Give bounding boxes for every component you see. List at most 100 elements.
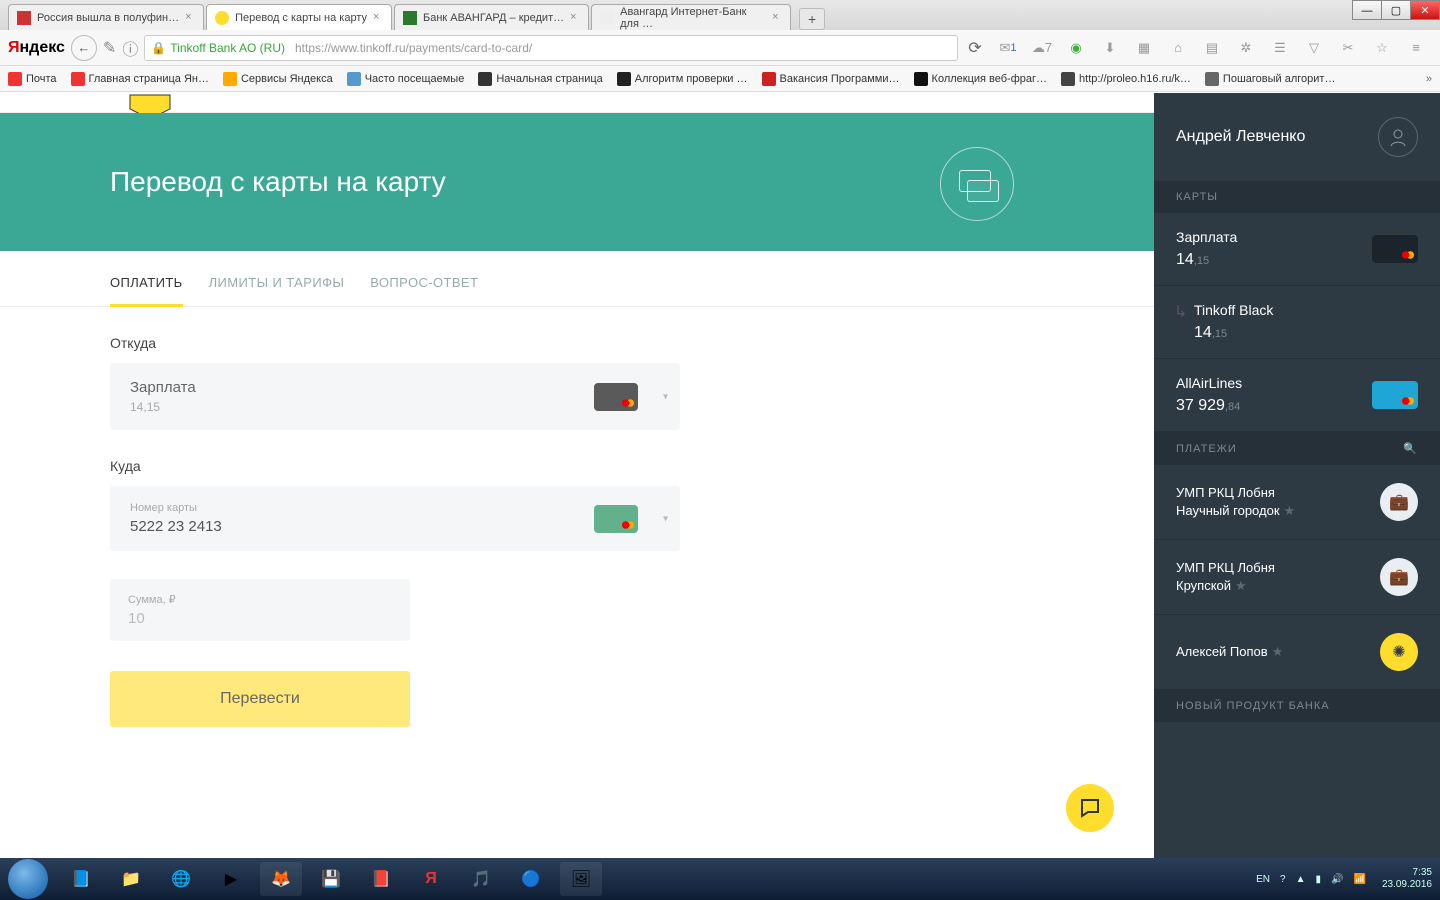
mail-icon[interactable]: ✉1: [998, 38, 1018, 58]
taskbar-chrome[interactable]: 🔵: [510, 862, 552, 896]
back-button[interactable]: ←: [71, 35, 97, 61]
tab-favicon: [600, 11, 614, 25]
start-button[interactable]: [8, 859, 48, 899]
window-minimize[interactable]: —: [1352, 0, 1382, 20]
bookmarks-overflow[interactable]: »: [1426, 73, 1432, 85]
tray-battery-icon[interactable]: ▮: [1316, 874, 1322, 885]
tab-title: Банк АВАНГАРД – кредит…: [423, 12, 564, 24]
tab-favicon: [403, 11, 417, 25]
transfer-button[interactable]: Перевести: [110, 671, 410, 727]
menu-icon[interactable]: ≡: [1406, 38, 1426, 58]
search-icon[interactable]: 🔍: [1403, 442, 1418, 455]
tray-clock[interactable]: 7:3523.09.2016: [1382, 867, 1432, 891]
from-account-select[interactable]: Зарплата 14,15 ▾: [110, 363, 680, 430]
taskbar-firefox[interactable]: 🦊: [260, 862, 302, 896]
card-balance: 14,15: [1194, 324, 1273, 342]
chat-button[interactable]: [1066, 784, 1114, 832]
star-icon[interactable]: ☆: [1372, 38, 1392, 58]
bookmarks-bar: Почта Главная страница Ян… Сервисы Яндек…: [0, 66, 1440, 92]
scissors-icon[interactable]: ✂: [1338, 38, 1358, 58]
card-balance: 14,15: [1176, 251, 1237, 269]
pocket-icon[interactable]: ▽: [1304, 38, 1324, 58]
page-title: Перевод с карты на карту: [110, 166, 446, 198]
home-icon[interactable]: ⌂: [1168, 38, 1188, 58]
gear-icon[interactable]: ✲: [1236, 38, 1256, 58]
bookmark[interactable]: Сервисы Яндекса: [223, 72, 333, 86]
tray-flag-up-icon[interactable]: ▲: [1296, 874, 1306, 885]
sidebar-payment-item[interactable]: Алексей Попов★ ✺: [1154, 615, 1440, 690]
bookmark[interactable]: Коллекция веб-фраг…: [914, 72, 1047, 86]
shield-icon[interactable]: ◉: [1066, 38, 1086, 58]
tray-volume-icon[interactable]: 🔊: [1331, 874, 1343, 885]
subtab-faq[interactable]: ВОПРОС-ОТВЕТ: [370, 275, 478, 306]
close-icon[interactable]: ×: [185, 11, 197, 23]
subtab-limits[interactable]: ЛИМИТЫ И ТАРИФЫ: [209, 275, 345, 306]
wand-icon[interactable]: ✎: [103, 38, 116, 58]
taskbar-app[interactable]: 📘: [60, 862, 102, 896]
window-close[interactable]: ✕: [1410, 0, 1440, 20]
weather-icon[interactable]: ☁7: [1032, 38, 1052, 58]
bookmark[interactable]: Вакансия Программи…: [762, 72, 900, 86]
browser-tab[interactable]: Перевод с карты на карту ×: [206, 4, 392, 30]
sidebar-card-item[interactable]: AllAirLines 37 929,84: [1154, 359, 1440, 432]
bookmark[interactable]: Почта: [8, 72, 57, 86]
new-tab-button[interactable]: +: [799, 8, 825, 30]
sidebar-user[interactable]: Андрей Левченко: [1154, 93, 1440, 181]
browser-tabs-bar: Россия вышла в полуфин… × Перевод с карт…: [0, 0, 1440, 30]
close-icon[interactable]: ×: [570, 11, 582, 23]
reload-button[interactable]: ⟳: [964, 38, 986, 58]
taskbar-app[interactable]: 📕: [360, 862, 402, 896]
card-chip-icon: [1372, 381, 1418, 409]
sidebar-card-item[interactable]: Зарплата 14,15: [1154, 213, 1440, 286]
close-icon[interactable]: ×: [373, 11, 385, 23]
bookmark[interactable]: Алгоритм проверки …: [617, 72, 748, 86]
taskbar-app[interactable]: 🖼: [560, 862, 602, 896]
taskbar-app[interactable]: ▶: [210, 862, 252, 896]
bookmark[interactable]: Начальная страница: [478, 72, 602, 86]
close-icon[interactable]: ×: [772, 11, 784, 23]
bookmark[interactable]: Часто посещаемые: [347, 72, 465, 86]
hero-banner: Перевод с карты на карту: [0, 113, 1154, 251]
downloads-icon[interactable]: ⬇: [1100, 38, 1120, 58]
grid-icon[interactable]: ▦: [1134, 38, 1154, 58]
tab-favicon: [215, 11, 229, 25]
taskbar-app[interactable]: Я: [410, 862, 452, 896]
yandex-search-logo[interactable]: Яндекс: [8, 39, 65, 57]
list-icon[interactable]: ☰: [1270, 38, 1290, 58]
save-icon[interactable]: ▤: [1202, 38, 1222, 58]
tray-help-icon[interactable]: ?: [1280, 874, 1286, 885]
bookmark[interactable]: Пошаговый алгорит…: [1205, 72, 1336, 86]
sidebar-payment-item[interactable]: УМП РКЦ ЛобняКрупской★ 💼: [1154, 540, 1440, 615]
sidebar-card-item[interactable]: Tinkoff Black 14,15: [1154, 286, 1440, 359]
bookmark[interactable]: Главная страница Ян…: [71, 72, 209, 86]
user-name: Андрей Левченко: [1176, 128, 1305, 146]
info-icon[interactable]: ⓘ: [122, 36, 138, 60]
window-maximize[interactable]: ▢: [1381, 0, 1411, 20]
taskbar-app[interactable]: 💾: [310, 862, 352, 896]
sidebar-cards-header: КАРТЫ: [1154, 181, 1440, 213]
sidebar-payment-item[interactable]: УМП РКЦ ЛобняНаучный городок★ 💼: [1154, 465, 1440, 540]
taskbar-app[interactable]: 🎵: [460, 862, 502, 896]
tab-title: Россия вышла в полуфин…: [37, 12, 179, 24]
browser-tab[interactable]: Банк АВАНГАРД – кредит… ×: [394, 4, 589, 30]
url-field[interactable]: 🔒 Tinkoff Bank AO (RU) https://www.tinko…: [144, 35, 958, 61]
to-card-input[interactable]: Номер карты 5222 23 2413 ▾: [110, 486, 680, 551]
page-subtabs: ОПЛАТИТЬ ЛИМИТЫ И ТАРИФЫ ВОПРОС-ОТВЕТ: [0, 251, 1154, 306]
sidebar-newprod-header: НОВЫЙ ПРОДУКТ БАНКА: [1154, 690, 1440, 722]
site-identity: Tinkoff Bank AO (RU): [170, 41, 285, 55]
taskbar-app[interactable]: 🌐: [160, 862, 202, 896]
star-icon: ★: [1272, 644, 1284, 659]
tray-network-icon[interactable]: 📶: [1353, 874, 1365, 885]
browser-tab[interactable]: Авангард Интернет-Банк для … ×: [591, 4, 791, 30]
windows-taskbar: 📘 📁 🌐 ▶ 🦊 💾 📕 Я 🎵 🔵 🖼 EN ? ▲ ▮ 🔊 📶 7:352…: [0, 858, 1440, 900]
taskbar-app[interactable]: 📁: [110, 862, 152, 896]
subtab-pay[interactable]: ОПЛАТИТЬ: [110, 275, 183, 306]
browser-tab[interactable]: Россия вышла в полуфин… ×: [8, 4, 204, 30]
tab-favicon: [17, 11, 31, 25]
contact-icon: ✺: [1380, 633, 1418, 671]
tray-lang[interactable]: EN: [1256, 874, 1270, 885]
tab-title: Перевод с карты на карту: [235, 12, 367, 24]
page-content: Перевод с карты на карту ОПЛАТИТЬ ЛИМИТЫ…: [0, 93, 1154, 858]
bookmark[interactable]: http://proleo.h16.ru/k…: [1061, 72, 1191, 86]
amount-input[interactable]: Сумма, ₽ 10: [110, 579, 410, 641]
